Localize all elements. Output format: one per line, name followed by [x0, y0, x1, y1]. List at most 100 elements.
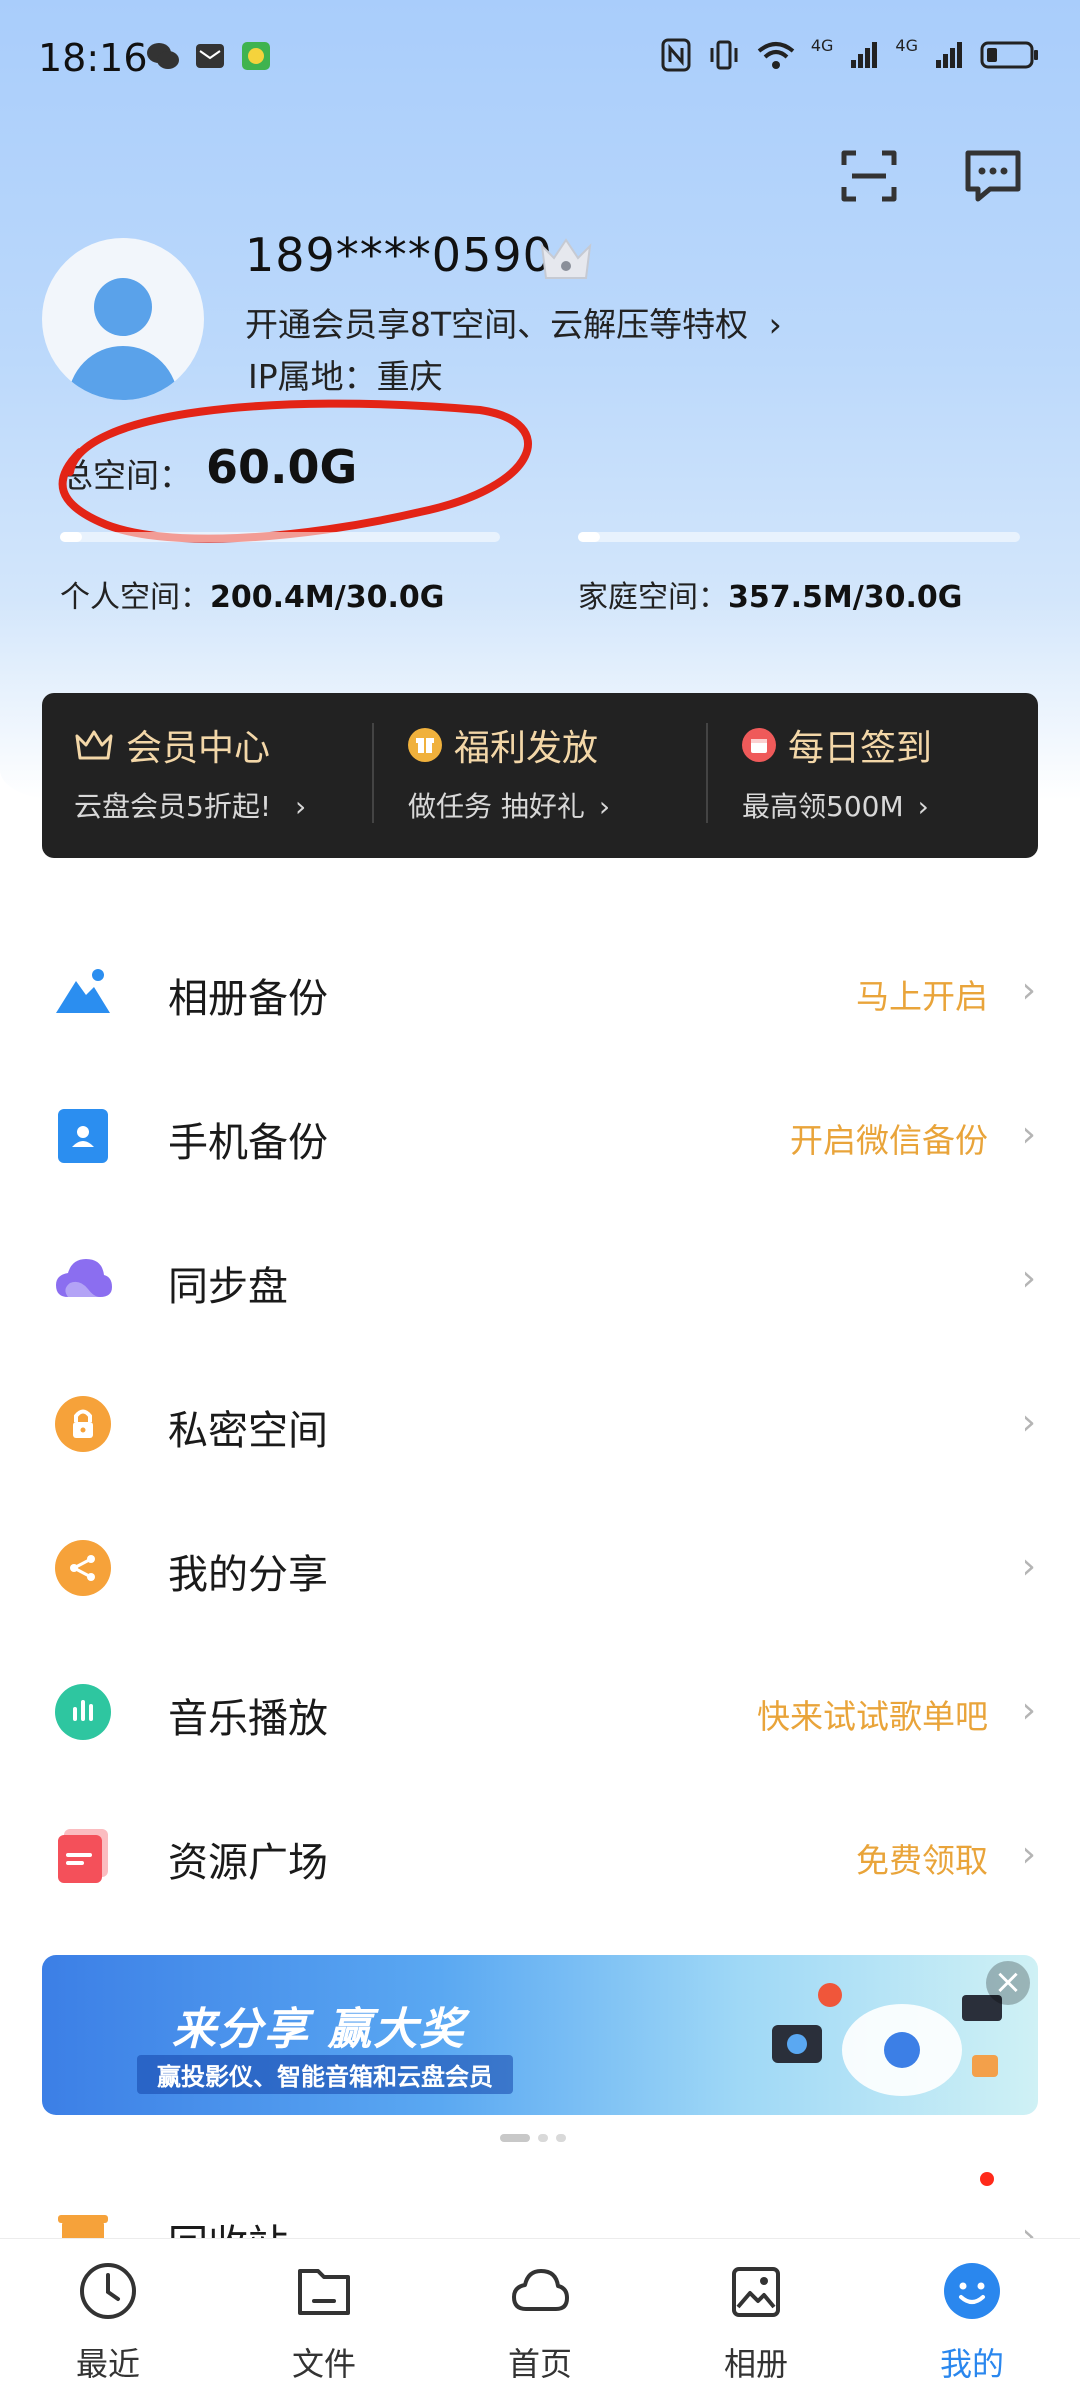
chevron-right-icon: › [1021, 1690, 1036, 1731]
promo-banner[interactable]: 来分享 赢大奖 赢投影仪、智能音箱和云盘会员 × [42, 1955, 1038, 2115]
personal-space-fill [60, 532, 82, 542]
family-space-info: 家庭空间：357.5M/30.0G [578, 572, 962, 616]
menu-label: 相册备份 [168, 976, 328, 1022]
menu-label: 音乐播放 [168, 1696, 328, 1742]
daily-checkin-sub: 最高领500M [742, 790, 904, 823]
bottom-nav: 最近 文件 首页 相册 我的 [0, 2238, 1080, 2400]
member-promo-link[interactable]: 开通会员享8T空间、云解压等特权 › [245, 298, 782, 346]
clock-icon [80, 2263, 136, 2319]
menu-extra: 开启微信备份 [790, 1121, 988, 1160]
chevron-right-icon: › [1021, 970, 1036, 1011]
welfare-entry[interactable]: 福利发放 做任务 抽好礼 › [408, 719, 610, 825]
network-type-2: 4G [895, 35, 918, 55]
notification-dot [980, 2172, 994, 2186]
chevron-right-icon: › [1021, 1834, 1036, 1875]
close-icon[interactable]: × [986, 1961, 1030, 2005]
header-actions [838, 145, 1024, 207]
tab-home[interactable]: 首页 [432, 2239, 648, 2400]
mountain-icon [56, 969, 110, 1013]
tab-mine[interactable]: 我的 [864, 2239, 1080, 2400]
tab-label: 相册 [723, 2345, 788, 2383]
message-icon[interactable] [962, 145, 1024, 207]
menu-label: 同步盘 [168, 1264, 288, 1310]
personal-space-info: 个人空间：200.4M/30.0G [60, 572, 444, 616]
menu-item-music-player[interactable]: 音乐播放 快来试试歌单吧 › [0, 1638, 1080, 1782]
menu-item-private-space[interactable]: 私密空间 › [0, 1350, 1080, 1494]
chevron-right-icon: › [1021, 1258, 1036, 1299]
personal-space-label: 个人空间： [60, 580, 210, 615]
tab-label: 我的 [939, 2345, 1004, 2383]
chevron-right-icon: › [917, 790, 929, 823]
signal-icon-1 [851, 42, 878, 68]
daily-checkin-entry[interactable]: 每日签到 最高领500M › [742, 719, 932, 825]
menu-label: 私密空间 [168, 1408, 328, 1454]
cloud-icon [56, 1259, 112, 1297]
banner-title: 来分享 赢大奖 [172, 2004, 466, 2055]
status-indicators: 4G 4G [661, 35, 1040, 72]
wechat-icon [147, 43, 179, 69]
scan-icon[interactable] [838, 145, 900, 207]
menu-extra: 免费领取 [856, 1841, 988, 1880]
share-icon [55, 1540, 111, 1596]
welfare-title: 福利发放 [454, 728, 599, 769]
menu-item-album-backup[interactable]: 相册备份 马上开启 › [0, 918, 1080, 1062]
game-app-icon [242, 42, 270, 70]
vip-center-entry[interactable]: 会员中心 云盘会员5折起! › [74, 719, 306, 825]
menu-extra: 马上开启 [856, 977, 988, 1016]
menu-label: 我的分享 [168, 1552, 328, 1598]
status-time: 18:16 [38, 36, 148, 80]
menu-item-resource-plaza[interactable]: 资源广场 免费领取 › [0, 1782, 1080, 1926]
vip-center-sub: 云盘会员5折起! [74, 790, 272, 823]
signal-icon-2 [936, 42, 962, 68]
chevron-right-icon: › [1021, 1546, 1036, 1587]
calendar-icon [742, 728, 776, 762]
folder-icon [298, 2269, 350, 2315]
vip-card: 会员中心 云盘会员5折起! › 福利发放 做任务 抽好礼 › 每日签到 最高领500… [42, 693, 1038, 858]
menu-extra: 快来试试歌单吧 [757, 1697, 988, 1736]
tab-label: 文件 [291, 2345, 356, 2383]
family-space-bar [578, 532, 1020, 542]
user-phone[interactable]: 189****0590 [245, 228, 553, 282]
pager-dot [538, 2134, 548, 2142]
tab-recent[interactable]: 最近 [0, 2239, 216, 2400]
family-space-value: 357.5M/30.0G [728, 580, 963, 615]
personal-space-bar [60, 532, 500, 542]
chevron-right-icon: › [1021, 1114, 1036, 1155]
avatar[interactable] [42, 238, 204, 400]
status-bar: 18:16 4G 4G [0, 0, 1080, 118]
family-space-fill [578, 532, 600, 542]
nfc-icon [661, 38, 691, 72]
avatar-head [94, 278, 152, 336]
gift-icon [408, 728, 442, 762]
vip-center-title: 会员中心 [126, 728, 271, 769]
resource-icon [58, 1829, 108, 1883]
menu-item-sync-disk[interactable]: 同步盘 › [0, 1206, 1080, 1350]
divider [706, 723, 708, 823]
chevron-right-icon: › [768, 305, 782, 344]
banner-subtitle: 赢投影仪、智能音箱和云盘会员 [137, 2055, 513, 2094]
vibrate-icon [710, 40, 738, 70]
family-space-label: 家庭空间： [578, 580, 728, 615]
photo-icon [732, 2267, 780, 2317]
pager-dot [556, 2134, 566, 2142]
wifi-icon [757, 42, 795, 69]
tab-files[interactable]: 文件 [216, 2239, 432, 2400]
menu-item-my-share[interactable]: 我的分享 › [0, 1494, 1080, 1638]
pager-dot-active [500, 2134, 530, 2142]
tab-album[interactable]: 相册 [648, 2239, 864, 2400]
welfare-sub: 做任务 抽好礼 [408, 790, 585, 823]
lock-icon [55, 1396, 111, 1452]
music-bars-icon [55, 1684, 111, 1740]
chevron-right-icon: › [1021, 1402, 1036, 1443]
contact-icon [58, 1109, 108, 1163]
smile-icon [944, 2263, 1000, 2319]
crown-icon [75, 730, 113, 760]
tab-label: 首页 [507, 2345, 572, 2383]
menu-item-phone-backup[interactable]: 手机备份 开启微信备份 › [0, 1062, 1080, 1206]
menu-label: 资源广场 [168, 1840, 328, 1886]
divider [372, 723, 374, 823]
chevron-right-icon: › [598, 790, 611, 823]
mail-app-icon [196, 44, 224, 68]
banner-decoration [772, 1983, 1002, 2096]
network-type-1: 4G [810, 35, 834, 55]
